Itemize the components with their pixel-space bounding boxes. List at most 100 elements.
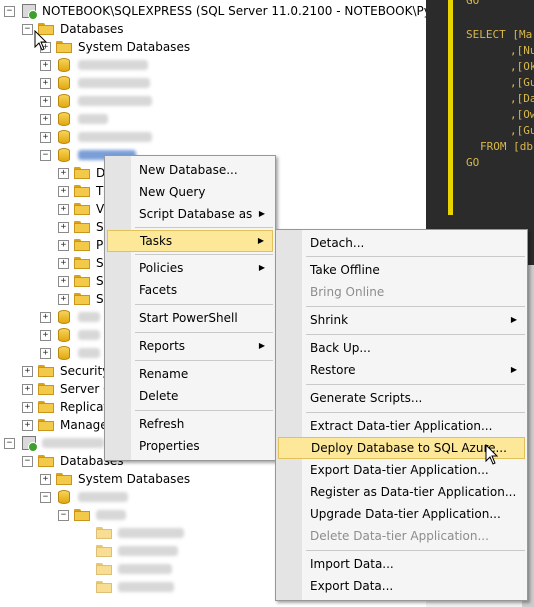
folder-icon <box>96 527 112 539</box>
menu-item-refresh[interactable]: Refresh <box>107 413 273 435</box>
expand-icon[interactable]: + <box>40 474 51 485</box>
tree-node-item[interactable] <box>80 578 220 596</box>
expand-icon[interactable]: + <box>58 258 69 269</box>
submenu-arrow-icon: ▶ <box>257 236 264 245</box>
menu-item-import-data[interactable]: Import Data... <box>278 553 525 575</box>
redacted-name <box>118 582 174 592</box>
menu-item-take-offline[interactable]: Take Offline <box>278 259 525 281</box>
expand-icon[interactable]: + <box>40 78 51 89</box>
menu-separator <box>306 550 525 551</box>
server-icon <box>22 4 38 20</box>
menu-item-label: Facets <box>139 283 178 297</box>
menu-item-label: New Database... <box>139 163 238 177</box>
expand-icon[interactable]: + <box>22 420 33 431</box>
change-bar <box>448 0 453 215</box>
expand-icon[interactable]: + <box>58 240 69 251</box>
menu-separator <box>306 384 525 385</box>
mouse-cursor-icon <box>485 444 499 465</box>
menu-item-label: Take Offline <box>310 263 380 277</box>
menu-item-script-database-as[interactable]: Script Database as ▶ <box>107 203 273 225</box>
menu-item-label: Properties <box>139 439 200 453</box>
menu-item-label: Generate Scripts... <box>310 391 423 405</box>
tree-node-item[interactable] <box>80 560 220 578</box>
menu-item-properties[interactable]: Properties <box>107 435 273 457</box>
expand-icon[interactable]: + <box>58 168 69 179</box>
menu-item-start-powershell[interactable]: Start PowerShell <box>107 307 273 329</box>
database-icon <box>58 76 70 90</box>
expand-icon[interactable]: + <box>58 222 69 233</box>
collapse-icon[interactable]: − <box>22 24 33 35</box>
tree-node-database[interactable]: + <box>40 110 240 128</box>
menu-item-generate-scripts[interactable]: Generate Scripts... <box>278 387 525 409</box>
expand-icon[interactable]: + <box>58 276 69 287</box>
redacted-name <box>118 564 172 574</box>
expand-icon[interactable]: + <box>40 114 51 125</box>
collapse-icon[interactable]: − <box>4 438 15 449</box>
redacted-name <box>78 312 100 322</box>
menu-item-export-data[interactable]: Export Data... <box>278 575 525 597</box>
menu-item-extract-data-tier[interactable]: Extract Data-tier Application... <box>278 415 525 437</box>
databases-label: Databases <box>60 22 124 36</box>
folder-icon <box>74 257 90 269</box>
menu-item-bring-online[interactable]: Bring Online <box>278 281 525 303</box>
tree-node-database[interactable]: + <box>40 56 240 74</box>
menu-item-delete[interactable]: Delete <box>107 385 273 407</box>
collapse-icon[interactable]: − <box>4 6 15 17</box>
tree-node-database[interactable]: + <box>40 74 240 92</box>
collapse-icon[interactable]: − <box>22 456 33 467</box>
subfolder-label: S <box>96 256 104 270</box>
database-icon <box>58 130 70 144</box>
expand-icon[interactable]: + <box>58 186 69 197</box>
database-icon <box>58 58 70 72</box>
tree-node-item[interactable] <box>80 524 220 542</box>
menu-item-delete-data-tier[interactable]: Delete Data-tier Application... <box>278 525 525 547</box>
expand-icon[interactable]: + <box>40 132 51 143</box>
expand-icon[interactable]: + <box>22 366 33 377</box>
tree-node-database[interactable]: + <box>40 128 240 146</box>
tree-node-item[interactable] <box>80 542 220 560</box>
tasks-submenu: Detach... Take Offline Bring Online Shri… <box>275 229 528 601</box>
tree-node-database[interactable]: − <box>40 488 160 506</box>
menu-item-shrink[interactable]: Shrink ▶ <box>278 309 525 331</box>
expand-icon[interactable]: + <box>40 330 51 341</box>
tree-node-database[interactable]: + <box>40 92 240 110</box>
tree-node-subfolder[interactable]: − <box>58 506 198 524</box>
menu-item-policies[interactable]: Policies ▶ <box>107 257 273 279</box>
folder-icon <box>96 545 112 557</box>
folder-icon <box>74 293 90 305</box>
menu-item-back-up[interactable]: Back Up... <box>278 337 525 359</box>
collapse-icon[interactable]: − <box>40 492 51 503</box>
menu-item-rename[interactable]: Rename <box>107 363 273 385</box>
menu-item-label: Back Up... <box>310 341 371 355</box>
redacted-name <box>78 78 150 88</box>
expand-icon[interactable]: + <box>22 402 33 413</box>
expand-icon[interactable]: + <box>58 204 69 215</box>
expand-icon[interactable]: + <box>40 348 51 359</box>
menu-item-tasks[interactable]: Tasks ▶ <box>107 230 273 252</box>
menu-item-facets[interactable]: Facets <box>107 279 273 301</box>
expand-icon[interactable]: + <box>58 294 69 305</box>
menu-item-label: Extract Data-tier Application... <box>310 419 493 433</box>
menu-separator <box>135 410 273 411</box>
menu-item-label: Delete Data-tier Application... <box>310 529 489 543</box>
menu-item-label: Export Data-tier Application... <box>310 463 489 477</box>
expand-icon[interactable]: + <box>40 60 51 71</box>
menu-item-new-database[interactable]: New Database... <box>107 159 273 181</box>
mouse-cursor-icon <box>34 30 48 51</box>
menu-item-register-data-tier[interactable]: Register as Data-tier Application... <box>278 481 525 503</box>
submenu-arrow-icon: ▶ <box>258 263 265 272</box>
menu-item-restore[interactable]: Restore ▶ <box>278 359 525 381</box>
menu-item-label: Deploy Database to SQL Azure... <box>311 441 507 455</box>
menu-item-detach[interactable]: Detach... <box>278 232 525 254</box>
expand-icon[interactable]: + <box>40 96 51 107</box>
menu-item-new-query[interactable]: New Query <box>107 181 273 203</box>
expand-icon[interactable]: + <box>40 312 51 323</box>
subfolder-label: T <box>96 184 104 198</box>
collapse-icon[interactable]: − <box>40 150 51 161</box>
menu-item-reports[interactable]: Reports ▶ <box>107 335 273 357</box>
folder-icon <box>38 455 54 467</box>
menu-item-upgrade-data-tier[interactable]: Upgrade Data-tier Application... <box>278 503 525 525</box>
code-line: FROM [db <box>480 140 533 153</box>
expand-icon[interactable]: + <box>22 384 33 395</box>
collapse-icon[interactable]: − <box>58 510 69 521</box>
